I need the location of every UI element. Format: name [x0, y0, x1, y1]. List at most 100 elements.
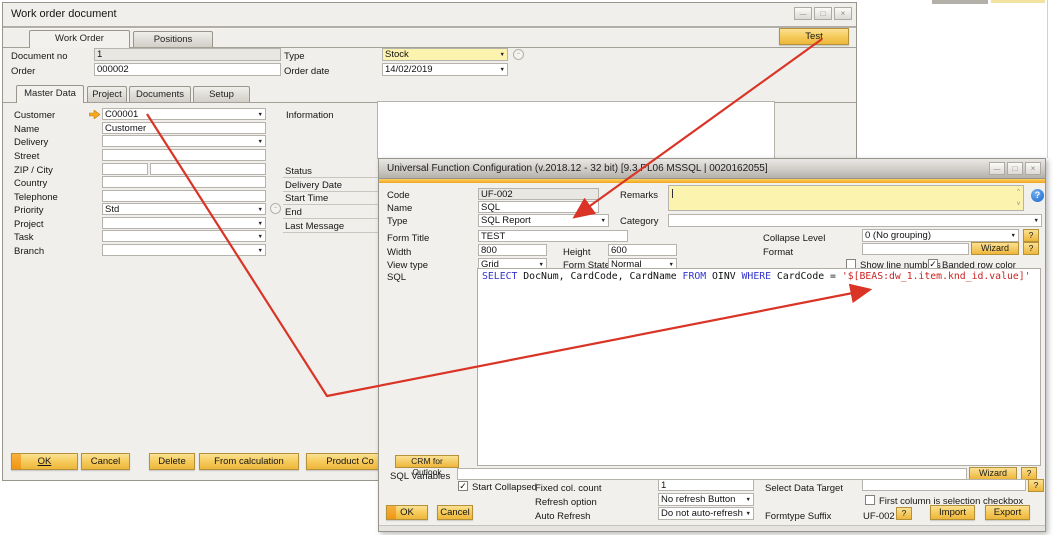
order-date-value: 14/02/2019 — [385, 64, 433, 75]
maximize-button[interactable]: □ — [814, 7, 832, 20]
code-value: UF-002 — [481, 189, 513, 200]
priority-dropdown[interactable]: Std▼ — [102, 203, 266, 215]
collapse-level-help-button[interactable]: ? — [1023, 229, 1039, 242]
start-collapsed-checkbox[interactable]: ✓ — [458, 481, 468, 491]
type-value: Stock — [385, 49, 409, 60]
export-button[interactable]: Export — [985, 505, 1030, 520]
name-field[interactable]: SQL — [478, 201, 599, 213]
collapse-icon[interactable]: − — [270, 203, 281, 214]
tab-label: Documents — [136, 89, 184, 100]
question-icon: ? — [1034, 480, 1039, 490]
category-dropdown[interactable]: ▼ — [668, 214, 1042, 227]
street-field[interactable] — [102, 149, 266, 161]
sql-bound-value: '$[BEAS:dw_1.item.knd_id.value]' — [842, 271, 1031, 282]
link-arrow-icon[interactable] — [89, 110, 100, 119]
task-dropdown[interactable]: ▼ — [102, 230, 266, 242]
close-button[interactable]: × — [834, 7, 852, 20]
tab-label: Positions — [154, 34, 193, 45]
cancel-button[interactable]: Cancel — [437, 505, 473, 520]
form-title-field[interactable]: TEST — [478, 230, 628, 242]
chevron-down-icon: ▼ — [258, 139, 263, 145]
height-field[interactable]: 600 — [608, 244, 677, 256]
status-row: Status — [283, 165, 379, 178]
test-button[interactable]: Test — [779, 28, 849, 45]
tab-setup[interactable]: Setup — [193, 86, 250, 102]
code-field: UF-002 — [478, 188, 599, 200]
delete-button-label: Delete — [158, 456, 185, 467]
ok-button[interactable]: OK — [386, 505, 428, 520]
type-dropdown[interactable]: SQL Report▼ — [478, 214, 609, 227]
formtype-suffix-help-button[interactable]: ? — [896, 507, 912, 520]
width-label: Width — [387, 247, 411, 258]
form-title-value: TEST — [481, 231, 505, 242]
scroll-up-icon[interactable]: ^ — [1017, 189, 1020, 195]
refresh-option-dropdown[interactable]: No refresh Button▼ — [658, 493, 754, 506]
tab-work-order[interactable]: Work Order — [29, 30, 130, 48]
collapse-level-dropdown[interactable]: 0 (No grouping)▼ — [862, 229, 1019, 242]
tab-label: Setup — [209, 89, 234, 100]
import-button[interactable]: Import — [930, 505, 975, 520]
chevron-down-icon: ▼ — [1011, 233, 1016, 239]
minimize-icon: — — [800, 11, 807, 18]
first-column-selection-checkbox[interactable] — [865, 495, 875, 505]
type-dropdown[interactable]: Stock▼ — [382, 48, 508, 61]
delete-button[interactable]: Delete — [149, 453, 195, 470]
minimize-button[interactable]: — — [989, 162, 1005, 175]
maximize-icon: □ — [821, 9, 826, 18]
type-label: Type — [387, 216, 408, 227]
format-help-button[interactable]: ? — [1023, 242, 1039, 255]
ufc-titlebar[interactable]: Universal Function Configuration (v.2018… — [379, 159, 1045, 179]
order-date-dropdown[interactable]: 14/02/2019▼ — [382, 63, 508, 76]
type-value: SQL Report — [481, 215, 531, 226]
auto-refresh-dropdown[interactable]: Do not auto-refresh▼ — [658, 507, 754, 520]
test-button-label: Test — [805, 31, 822, 42]
branch-dropdown[interactable]: ▼ — [102, 244, 266, 256]
country-field[interactable] — [102, 176, 266, 188]
dash-icon: − — [517, 51, 521, 57]
sql-table: OINV — [706, 271, 741, 282]
tab-documents[interactable]: Documents — [129, 86, 191, 102]
format-wizard-button[interactable]: Wizard — [971, 242, 1019, 255]
minimize-button[interactable]: — — [794, 7, 812, 20]
help-icon[interactable]: ? — [1031, 189, 1044, 202]
telephone-field[interactable] — [102, 190, 266, 202]
tab-project[interactable]: Project — [87, 86, 127, 102]
zip-field[interactable] — [102, 163, 148, 175]
fixed-col-count-field[interactable]: 1 — [658, 479, 754, 491]
name-field[interactable]: Customer — [102, 122, 266, 134]
delivery-dropdown[interactable]: ▼ — [102, 135, 266, 147]
wizard-button-label: Wizard — [981, 243, 1009, 253]
width-value: 800 — [481, 245, 497, 256]
ok-button[interactable]: OK — [11, 453, 78, 470]
width-field[interactable]: 800 — [478, 244, 547, 256]
maximize-button[interactable]: □ — [1007, 162, 1023, 175]
background-window-edge — [932, 0, 988, 4]
crm-for-outlook-button[interactable]: CRM for Outlook — [395, 455, 459, 468]
collapse-icon[interactable]: − — [513, 49, 524, 60]
project-dropdown[interactable]: ▼ — [102, 217, 266, 229]
scroll-down-icon[interactable]: v — [1017, 201, 1020, 207]
auto-refresh-value: Do not auto-refresh — [661, 508, 743, 519]
remarks-textarea[interactable]: ^ v — [668, 185, 1024, 211]
name-value: Customer — [105, 123, 146, 134]
cancel-button[interactable]: Cancel — [81, 453, 130, 470]
window-title: Work order document — [11, 9, 117, 20]
sql-editor[interactable]: SELECT DocNum, CardCode, CardName FROM O… — [477, 268, 1041, 466]
select-data-target-field[interactable] — [862, 479, 1026, 491]
customer-dropdown[interactable]: C00001▼ — [102, 108, 266, 120]
status-row: Delivery Date — [283, 179, 379, 192]
start-time-label: Start Time — [285, 193, 328, 204]
format-field[interactable] — [862, 243, 969, 255]
import-button-label: Import — [939, 507, 966, 518]
close-button[interactable]: × — [1025, 162, 1041, 175]
tab-master-data[interactable]: Master Data — [16, 85, 84, 103]
information-textarea[interactable] — [377, 101, 775, 159]
select-data-target-help-button[interactable]: ? — [1028, 479, 1044, 492]
city-field[interactable] — [150, 163, 266, 175]
from-calculation-button[interactable]: From calculation — [199, 453, 299, 470]
tab-positions[interactable]: Positions — [133, 31, 213, 47]
customer-label: Customer — [14, 110, 55, 121]
order-field[interactable]: 000002 — [94, 63, 281, 76]
sql-keyword: FROM — [683, 271, 707, 282]
sql-label: SQL — [387, 272, 406, 283]
